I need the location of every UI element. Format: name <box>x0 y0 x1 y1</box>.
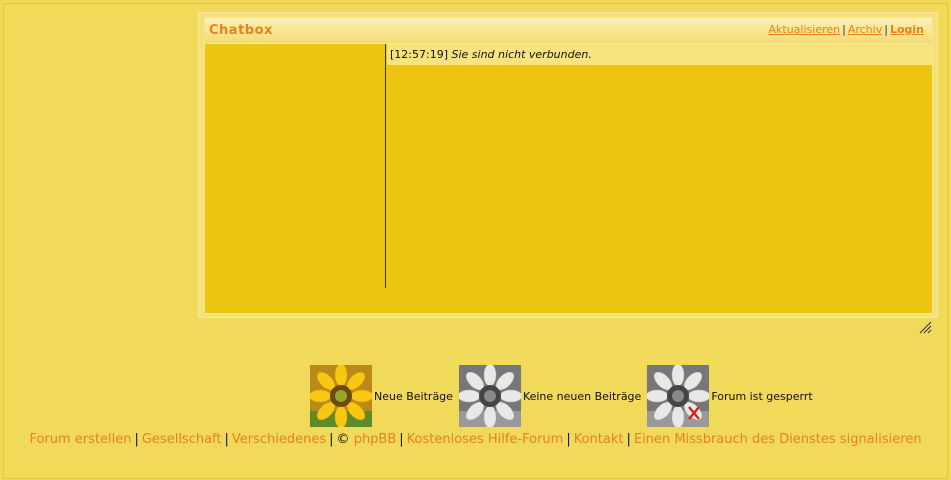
footer-link-report-abuse[interactable]: Einen Missbrauch des Dienstes signalisie… <box>634 432 922 447</box>
sunflower-color-icon <box>310 365 372 427</box>
chatbox-inner: Chatbox Aktualisieren | Archiv | Login [12:5… <box>204 17 933 314</box>
footer: Forum erstellen | Gesellschaft | Verschieden… <box>0 432 951 447</box>
chatbox-links: Aktualisieren | Archiv | Login <box>769 23 925 36</box>
separator: | <box>134 432 139 447</box>
legend-label: Keine neuen Beiträge <box>522 389 642 403</box>
chatbox-title: Chatbox <box>209 23 273 38</box>
message-time: [12:57:19] <box>390 48 448 61</box>
separator: | <box>329 432 334 447</box>
sunflower-grey-icon <box>458 365 521 427</box>
separator: | <box>224 432 229 447</box>
chatbox-header: Chatbox Aktualisieren | Archiv | Login <box>205 18 932 44</box>
sunflower-locked-icon <box>647 365 710 427</box>
footer-link-forum-create[interactable]: Forum erstellen <box>29 432 131 447</box>
footer-link-society[interactable]: Gesellschaft <box>142 432 222 447</box>
login-link[interactable]: Login <box>890 23 924 36</box>
chat-message: [12:57:19] Sie sind nicht verbunden. <box>387 44 932 65</box>
footer-link-help-forum[interactable]: Kostenloses Hilfe-Forum <box>407 432 564 447</box>
copyright-symbol: © <box>336 432 350 447</box>
chat-messages-panel: [12:57:19] Sie sind nicht verbunden. <box>387 44 932 288</box>
chatbox: Chatbox Aktualisieren | Archiv | Login [12:5… <box>198 12 938 318</box>
separator: | <box>399 432 404 447</box>
footer-link-misc[interactable]: Verschiedenes <box>232 432 326 447</box>
separator: | <box>626 432 631 447</box>
legend-label: Neue Beiträge <box>374 389 453 403</box>
resize-grip-icon[interactable] <box>918 320 932 334</box>
legend-label: Forum ist gesperrt <box>711 389 813 403</box>
refresh-link[interactable]: Aktualisieren <box>769 23 841 36</box>
separator: | <box>884 23 888 36</box>
legend-no-new-posts: Keine neuen Beiträge <box>458 365 642 427</box>
chat-users-panel <box>205 44 386 288</box>
forum-legend: Neue Beiträge Keine neuen Beiträge Forum… <box>310 364 819 428</box>
footer-link-contact[interactable]: Kontakt <box>574 432 624 447</box>
archive-link[interactable]: Archiv <box>848 23 882 36</box>
legend-forum-locked: Forum ist gesperrt <box>647 365 813 427</box>
separator: | <box>566 432 571 447</box>
legend-new-posts: Neue Beiträge <box>310 365 453 427</box>
footer-link-phpbb[interactable]: phpBB <box>354 432 397 447</box>
separator: | <box>842 23 846 36</box>
message-text: Sie sind nicht verbunden. <box>451 48 592 61</box>
